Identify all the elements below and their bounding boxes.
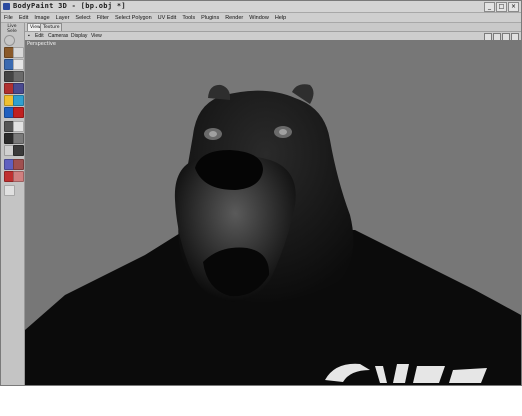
view-tabs: View Texture	[25, 23, 521, 31]
menu-layer[interactable]: Layer	[53, 15, 73, 21]
polygon-icon[interactable]	[13, 159, 24, 170]
magic-wand-icon[interactable]	[13, 83, 24, 94]
eraser-icon[interactable]	[13, 133, 24, 144]
viewport-menu-view[interactable]: View	[91, 32, 102, 40]
grid-icon[interactable]	[13, 145, 24, 156]
fill-bucket-icon[interactable]	[13, 171, 24, 182]
menu-filter[interactable]: Filter	[94, 15, 112, 21]
window-controls: _ □ ×	[484, 2, 519, 12]
window-title: BodyPaint 3D - [bp.obj *]	[13, 2, 126, 10]
menu-edit[interactable]: Edit	[16, 15, 31, 21]
minimize-button[interactable]: _	[484, 2, 495, 12]
menu-image[interactable]: Image	[31, 15, 52, 21]
left-toolbar: Live Sele	[1, 23, 25, 385]
eyedropper-icon[interactable]	[13, 95, 24, 106]
close-button[interactable]: ×	[508, 2, 519, 12]
render-icon[interactable]	[4, 185, 15, 196]
scale-icon[interactable]	[13, 71, 24, 82]
undo-icon[interactable]	[4, 35, 15, 46]
viewport-menu-bar: ▪ Edit Cameras Display View	[25, 31, 521, 41]
viewport-label: Perspective	[27, 41, 56, 47]
clone-icon[interactable]	[13, 121, 24, 132]
rect-select-icon[interactable]	[13, 59, 24, 70]
gorilla-model	[25, 84, 521, 385]
menu-window[interactable]: Window	[246, 15, 272, 21]
viewport-menu-display[interactable]: Display	[71, 32, 87, 40]
menu-select-polygon[interactable]: Select Polygon	[112, 15, 155, 21]
layer-icon[interactable]	[13, 47, 24, 58]
app-window: BodyPaint 3D - [bp.obj *] _ □ × File Edi…	[0, 0, 522, 386]
menu-select[interactable]: Select	[72, 15, 93, 21]
tab-texture[interactable]: Texture	[40, 23, 63, 31]
menu-tools[interactable]: Tools	[179, 15, 198, 21]
viewport-menu-edit[interactable]: Edit	[35, 32, 44, 40]
perspective-viewport[interactable]: Perspective	[25, 40, 521, 385]
menu-bar: File Edit Image Layer Select Filter Sele…	[1, 13, 521, 23]
menu-uv-edit[interactable]: UV Edit	[155, 15, 180, 21]
viewport-menu-cameras[interactable]: Cameras	[48, 32, 68, 40]
menu-render[interactable]: Render	[222, 15, 246, 21]
toolbar-label: Live Sele	[7, 24, 17, 34]
title-bar: BodyPaint 3D - [bp.obj *] _ □ ×	[1, 1, 521, 13]
menu-file[interactable]: File	[1, 15, 16, 21]
viewport-menu-icon[interactable]: ▪	[28, 32, 30, 40]
color-icon[interactable]	[13, 107, 24, 118]
menu-plugins[interactable]: Plugins	[198, 15, 222, 21]
menu-help[interactable]: Help	[272, 15, 289, 21]
app-icon	[3, 3, 10, 10]
maximize-button[interactable]: □	[496, 2, 507, 12]
